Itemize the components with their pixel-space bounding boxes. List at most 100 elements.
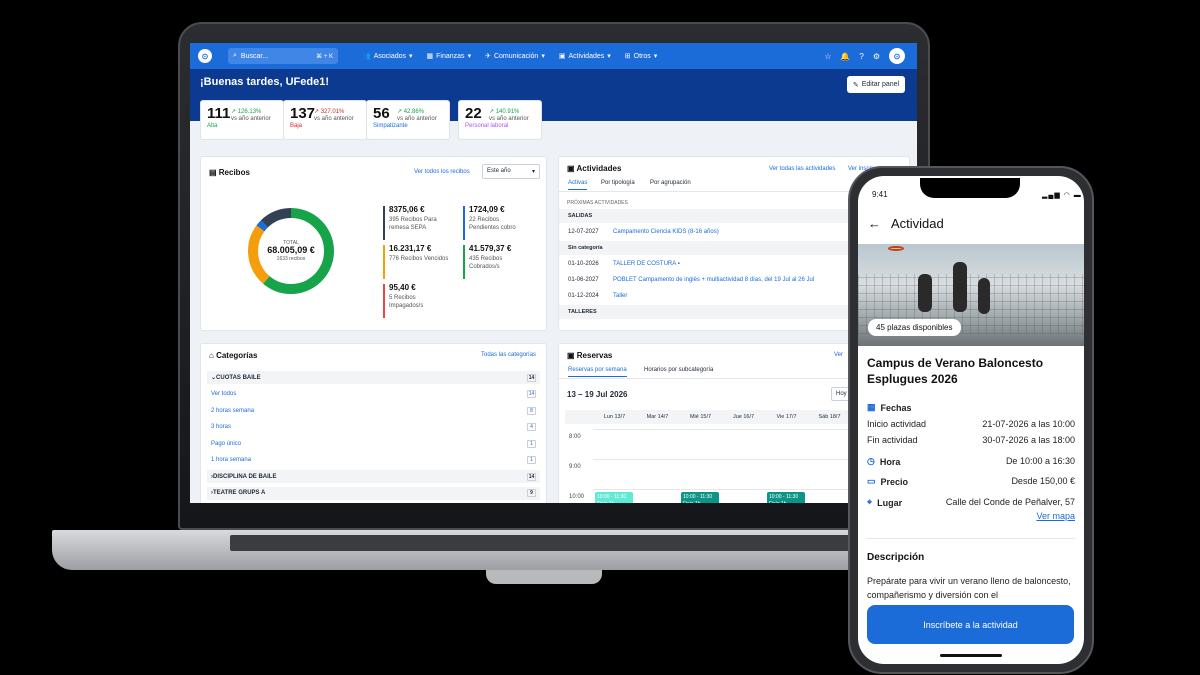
hour-label: 10:00 <box>569 494 585 500</box>
kpi-card-simpatizante[interactable]: 56 ↗ 42.86% vs año anterior Simpatizante <box>366 100 450 140</box>
hour-gridline <box>593 459 851 460</box>
tab-reservas-semana[interactable]: Reservas por semana <box>568 367 627 377</box>
activity-link[interactable]: Taller <box>613 293 627 299</box>
map-link-row: Ver mapa <box>867 511 1075 521</box>
help-icon[interactable]: ? <box>859 52 863 61</box>
activity-date: 12-07-2027 <box>568 229 599 235</box>
pencil-icon: ✎ <box>852 81 859 89</box>
stat-desc2: Impagados/s <box>389 303 424 309</box>
kpi-card-alta[interactable]: 111 ↗ 126.13% vs año anterior Alta <box>200 100 284 140</box>
see-map-link[interactable]: Ver mapa <box>1036 511 1075 521</box>
category-count: 1 <box>527 439 536 448</box>
nav-asociados[interactable]: 👥 Asociados ▾ <box>362 52 413 61</box>
nav-actividades[interactable]: ▣ Actividades ▾ <box>559 52 611 61</box>
price-row: ▭ Precio Desde 150,00 € <box>867 476 1075 487</box>
event-name: Fisio 1h <box>597 501 631 503</box>
stat-desc2: remesa SEPA <box>389 225 427 231</box>
see-all-activities-link[interactable]: Ver todas las actividades <box>769 166 835 172</box>
reservas-title-text: Reservas <box>576 351 613 360</box>
search-placeholder: Buscar... <box>240 52 269 60</box>
tab-activas[interactable]: Activas <box>568 180 588 190</box>
search-input[interactable]: ⌕ Buscar... ⌘ + K <box>228 48 338 64</box>
marketing-scene: ⊙ ⌕ Buscar... ⌘ + K 👥 Asociados ▾ ▦ Fina… <box>0 0 1200 675</box>
kpi-pct: 126.13% <box>237 109 262 115</box>
kpi-card-baja[interactable]: 137 ↗ 327.01% vs año anterior Baja <box>283 100 367 140</box>
event-time: 10:00 - 11:30 <box>597 494 627 500</box>
category-count: 4 <box>527 423 536 431</box>
group-name: TALLERES <box>568 309 597 315</box>
app-logo-icon[interactable]: ⊙ <box>198 49 212 63</box>
kpi-sub: vs año anterior <box>231 116 271 122</box>
search-icon: ⌕ <box>233 52 237 59</box>
time-row: ◷ Hora De 10:00 a 16:30 <box>867 456 1075 467</box>
avatar[interactable]: ⊙ <box>889 48 905 64</box>
stat-amount: 8375,06 € <box>389 205 425 214</box>
day-header: Mié 15/7 <box>689 414 712 420</box>
calendar-event[interactable]: 10:00 - 11:30Fisio 1h <box>767 492 805 503</box>
group-name: SALIDAS <box>568 213 593 219</box>
category-row[interactable]: Ver todos 14 <box>207 388 540 401</box>
category-row[interactable]: ⌄ CUOTAS BAILE 14 <box>207 371 540 384</box>
see-reservations-link[interactable]: Ver <box>834 352 843 358</box>
activity-link[interactable]: POBLET Campamento de inglés + multiactiv… <box>613 277 814 283</box>
search-shortcut: ⌘ + K <box>316 53 333 60</box>
period-select[interactable]: Este año ▾ <box>482 164 540 179</box>
tab-por-tipologia[interactable]: Por tipología <box>601 180 635 186</box>
gear-icon[interactable]: ⚙ <box>873 52 880 61</box>
category-row[interactable]: 3 horas 4 <box>207 421 540 434</box>
laptop-screen: ⊙ ⌕ Buscar... ⌘ + K 👥 Asociados ▾ ▦ Fina… <box>190 43 917 503</box>
group-name: Sin categoría <box>568 245 603 251</box>
nav-finanzas[interactable]: ▦ Finanzas ▾ <box>427 52 472 61</box>
dates-heading: ▦ Fechas <box>867 402 1075 413</box>
tab-por-agrupacion[interactable]: Por agrupación <box>650 180 691 186</box>
category-count: 14 <box>527 390 536 398</box>
kpi-change: ↗ 327.01% <box>314 109 345 115</box>
nav-label: Comunicación <box>493 52 539 60</box>
category-row[interactable]: › TEATRE GRUPS A9 <box>207 486 540 500</box>
donut-total-value: 68.005,09 € <box>267 245 315 255</box>
location-value: Calle del Conde de Peñalver, 57 <box>945 497 1075 507</box>
laptop-trackpad-notch <box>486 570 602 584</box>
kpi-pct: 42.86% <box>403 109 425 115</box>
category-row[interactable]: › DISCIPLINA DE BAILE 14 <box>207 470 540 483</box>
see-all-categories-link[interactable]: Todas las categorías <box>481 352 536 358</box>
stat-amount: 1724,09 € <box>469 205 505 214</box>
kpi-label: Personal laboral <box>465 123 509 129</box>
bell-icon[interactable]: 🔔 <box>840 52 850 61</box>
end-label: Fin actividad <box>867 435 918 445</box>
calendar-event[interactable]: 10:00 - 11:30Fisio 1h <box>595 492 633 503</box>
stat-desc2: Cobrados/s <box>469 264 500 270</box>
event-name: Fisio 1h <box>769 501 803 503</box>
kpi-card-personal[interactable]: 22 ↗ 140.91% vs año anterior Personal la… <box>458 100 542 140</box>
activity-link[interactable]: Campamento Ciencia KIDS (8-16 años) <box>613 229 719 235</box>
stat-bar <box>383 245 385 279</box>
stat-amount: 41.579,37 € <box>469 244 512 253</box>
star-icon[interactable]: ☆ <box>824 52 831 61</box>
activity-link[interactable]: TALLER DE COSTURA ▪ <box>613 261 680 267</box>
activity-date: 01-10-2026 <box>568 261 599 267</box>
nav-comunicacion[interactable]: ✈ Comunicación ▾ <box>485 52 545 61</box>
kpi-change: ↗ 140.91% <box>489 109 520 115</box>
tab-horarios-subcategoria[interactable]: Horarios por subcategoría <box>644 367 713 373</box>
enroll-button[interactable]: Inscríbete a la actividad <box>867 605 1074 644</box>
kpi-change: ↗ 126.13% <box>231 109 262 115</box>
end-row: Fin actividad 30-07-2026 a las 18:00 <box>867 435 1075 445</box>
category-row[interactable]: Pago único 1 <box>207 437 540 450</box>
week-range: 13 – 19 Jul 2026 <box>567 390 628 399</box>
availability-badge: 45 plazas disponibles <box>868 319 961 336</box>
category-row[interactable]: 2 horas semana 8 <box>207 404 540 417</box>
ticket-icon: ▭ <box>867 476 876 486</box>
stat-cobrados: 41.579,37 € 435 Recibos Cobrados/s <box>463 244 512 279</box>
edit-panel-button[interactable]: ✎ Editar panel <box>847 76 905 93</box>
kpi-sub: vs año anterior <box>489 116 529 122</box>
stat-amount: 95,40 € <box>389 283 416 292</box>
dates-label: Fechas <box>880 402 912 413</box>
category-row[interactable]: 1 hora semana 1 <box>207 454 540 467</box>
nav-otros[interactable]: ⊞ Otros ▾ <box>625 52 658 61</box>
stat-sepa: 8375,06 € 395 Recibos Para remesa SEPA <box>383 205 437 240</box>
see-all-receipts-link[interactable]: Ver todos los recibos <box>414 169 470 175</box>
activity-title: Campus de Verano Baloncesto Esplugues 20… <box>867 356 1044 386</box>
back-arrow-icon[interactable]: ← <box>868 216 881 231</box>
calendar-event[interactable]: 10:00 - 11:30Fisio 1h <box>681 492 719 503</box>
greeting: ¡Buenas tardes, UFede1! <box>200 76 329 88</box>
